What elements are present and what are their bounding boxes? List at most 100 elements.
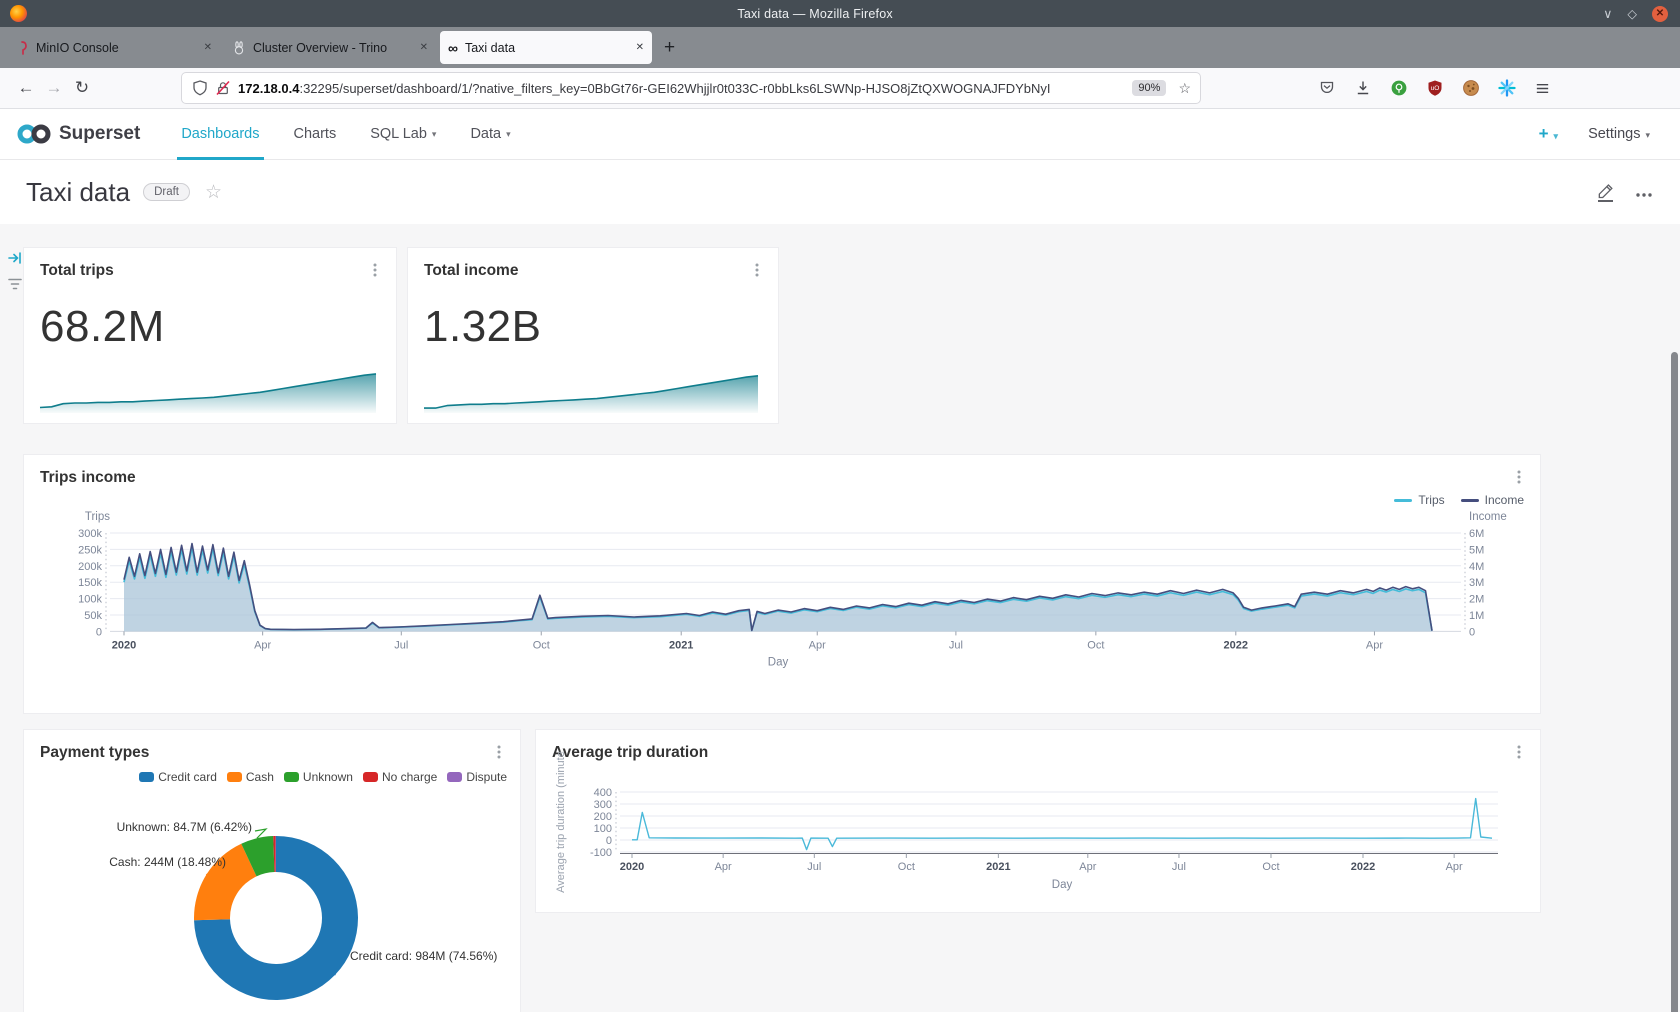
url-path: :32295/superset/dashboard/1/?native_filt… [299, 81, 1050, 96]
tab-minio-console[interactable]: MinIO Console ✕ [8, 31, 220, 64]
svg-text:400: 400 [594, 787, 612, 799]
chart-menu-icon[interactable] [750, 262, 764, 278]
add-new-button[interactable]: +▾ [1539, 124, 1558, 144]
forward-button[interactable]: → [40, 78, 68, 98]
chart-menu-icon[interactable] [368, 262, 382, 278]
svg-text:300k: 300k [78, 528, 102, 540]
svg-text:Oct: Oct [1262, 861, 1279, 873]
ublock-icon[interactable]: uO [1426, 79, 1444, 97]
nav-data[interactable]: Data▾ [453, 109, 527, 159]
trend-sparkline [36, 365, 382, 415]
nav-sql-lab[interactable]: SQL Lab▾ [353, 109, 453, 159]
svg-text:Apr: Apr [809, 639, 826, 651]
chart-title: Total income [424, 262, 750, 280]
trend-sparkline [420, 365, 764, 415]
svg-text:200k: 200k [78, 561, 102, 573]
window-titlebar: Taxi data — Mozilla Firefox ∨ ◇ ✕ [0, 0, 1680, 27]
trips-income-card: Trips income Trips Income 300k6M250k5M20… [24, 455, 1540, 713]
cookie-extension-icon[interactable] [1462, 79, 1480, 97]
svg-text:4M: 4M [1469, 561, 1484, 573]
filter-icon[interactable] [6, 276, 24, 292]
main-nav: Dashboards Charts SQL Lab▾ Data▾ [164, 109, 527, 159]
svg-text:3M: 3M [1469, 577, 1484, 589]
svg-text:Oct: Oct [1087, 639, 1104, 651]
nav-charts[interactable]: Charts [277, 109, 354, 159]
duration-plot: 4003002001000-100Average trip duration (… [548, 770, 1524, 902]
pocket-icon[interactable] [1318, 79, 1336, 97]
nav-dashboards[interactable]: Dashboards [164, 109, 276, 159]
chevron-down-icon: ▾ [1554, 131, 1559, 141]
privacy-extension-icon[interactable] [1390, 79, 1408, 97]
shield-icon[interactable] [191, 79, 209, 97]
svg-text:2021: 2021 [986, 861, 1010, 873]
page-scrollbar[interactable] [1671, 352, 1678, 1012]
tab-label: Cluster Overview - Trino [253, 41, 414, 55]
chevron-down-icon: ▾ [506, 129, 511, 140]
legend-swatch-dispute [447, 772, 462, 782]
superset-logo[interactable] [16, 123, 52, 145]
tab-close-icon[interactable]: ✕ [420, 42, 428, 53]
legend-swatch-no-charge [363, 772, 378, 782]
svg-text:Unknown: 84.7M (6.42%): Unknown: 84.7M (6.42%) [117, 820, 252, 834]
tab-close-icon[interactable]: ✕ [204, 42, 212, 53]
legend-swatch-cash [227, 772, 242, 782]
status-badge: Draft [143, 183, 190, 201]
tab-trino[interactable]: Cluster Overview - Trino ✕ [224, 31, 436, 64]
chart-title: Total trips [40, 262, 368, 280]
svg-text:Oct: Oct [898, 861, 915, 873]
dashboard-header: Taxi data Draft ☆ [0, 160, 1680, 224]
svg-text:0: 0 [606, 835, 612, 847]
expand-filter-bar-icon[interactable] [6, 250, 24, 266]
url-host: 172.18.0.4 [238, 81, 299, 96]
window-maximize-icon[interactable]: ◇ [1627, 6, 1637, 21]
bookmark-star-icon[interactable]: ☆ [1178, 80, 1191, 97]
hamburger-menu-icon[interactable] [1534, 80, 1551, 97]
chart-menu-icon[interactable] [1512, 469, 1526, 485]
more-options-icon[interactable] [1634, 183, 1654, 201]
avg-trip-duration-card: Average trip duration 4003002001000-100A… [536, 730, 1540, 912]
window-close-icon[interactable]: ✕ [1652, 6, 1668, 22]
svg-text:Oct: Oct [533, 639, 550, 651]
insecure-lock-icon[interactable] [214, 79, 232, 97]
svg-text:6M: 6M [1469, 528, 1484, 540]
chart-legend[interactable]: Trips Income [1394, 493, 1524, 507]
svg-text:Income: Income [1469, 511, 1507, 523]
svg-text:-100: -100 [590, 847, 612, 859]
window-minimize-icon[interactable]: ∨ [1603, 6, 1612, 21]
url-bar[interactable]: 172.18.0.4:32295/superset/dashboard/1/?n… [182, 73, 1200, 103]
window-title: Taxi data — Mozilla Firefox [27, 7, 1603, 21]
svg-text:2020: 2020 [620, 861, 644, 873]
tab-taxi-data[interactable]: ∞ Taxi data ✕ [440, 31, 652, 64]
svg-text:uO: uO [1431, 85, 1440, 92]
superset-favicon: ∞ [448, 41, 458, 55]
svg-text:0: 0 [1469, 626, 1475, 638]
svg-text:2M: 2M [1469, 594, 1484, 606]
trips-income-plot: 300k6M250k5M200k4M150k3M100k2M50k1M00Tri… [40, 507, 1524, 685]
svg-text:0: 0 [96, 626, 102, 638]
tab-close-icon[interactable]: ✕ [636, 42, 644, 53]
minio-icon [16, 41, 29, 55]
payment-donut-chart: Unknown: 84.7M (6.42%)Cash: 244M (18.48%… [34, 814, 504, 1012]
edit-dashboard-button[interactable] [1596, 182, 1614, 202]
new-tab-button[interactable]: + [664, 37, 675, 59]
reload-button[interactable]: ↻ [68, 78, 96, 98]
superset-brand[interactable]: Superset [59, 123, 140, 145]
url-text[interactable]: 172.18.0.4:32295/superset/dashboard/1/?n… [238, 81, 1051, 96]
svg-text:Jul: Jul [949, 639, 963, 651]
svg-text:Apr: Apr [1446, 861, 1463, 873]
big-number-value: 68.2M [40, 302, 396, 352]
page-zoom-badge[interactable]: 90% [1132, 80, 1166, 96]
download-icon[interactable] [1354, 79, 1372, 97]
firefox-logo-icon [10, 5, 27, 22]
asterisk-extension-icon[interactable] [1498, 79, 1516, 97]
chart-menu-icon[interactable] [1512, 744, 1526, 760]
favorite-star-icon[interactable]: ☆ [205, 181, 222, 204]
settings-menu[interactable]: Settings▾ [1588, 126, 1650, 142]
svg-text:Day: Day [768, 656, 789, 668]
back-button[interactable]: ← [12, 78, 40, 98]
svg-text:Jul: Jul [394, 639, 408, 651]
superset-header: Superset Dashboards Charts SQL Lab▾ Data… [0, 109, 1680, 160]
pie-legend[interactable]: Credit card Cash Unknown No charge Dispu… [139, 770, 507, 784]
svg-text:Jul: Jul [1172, 861, 1186, 873]
chart-menu-icon[interactable] [492, 744, 506, 760]
